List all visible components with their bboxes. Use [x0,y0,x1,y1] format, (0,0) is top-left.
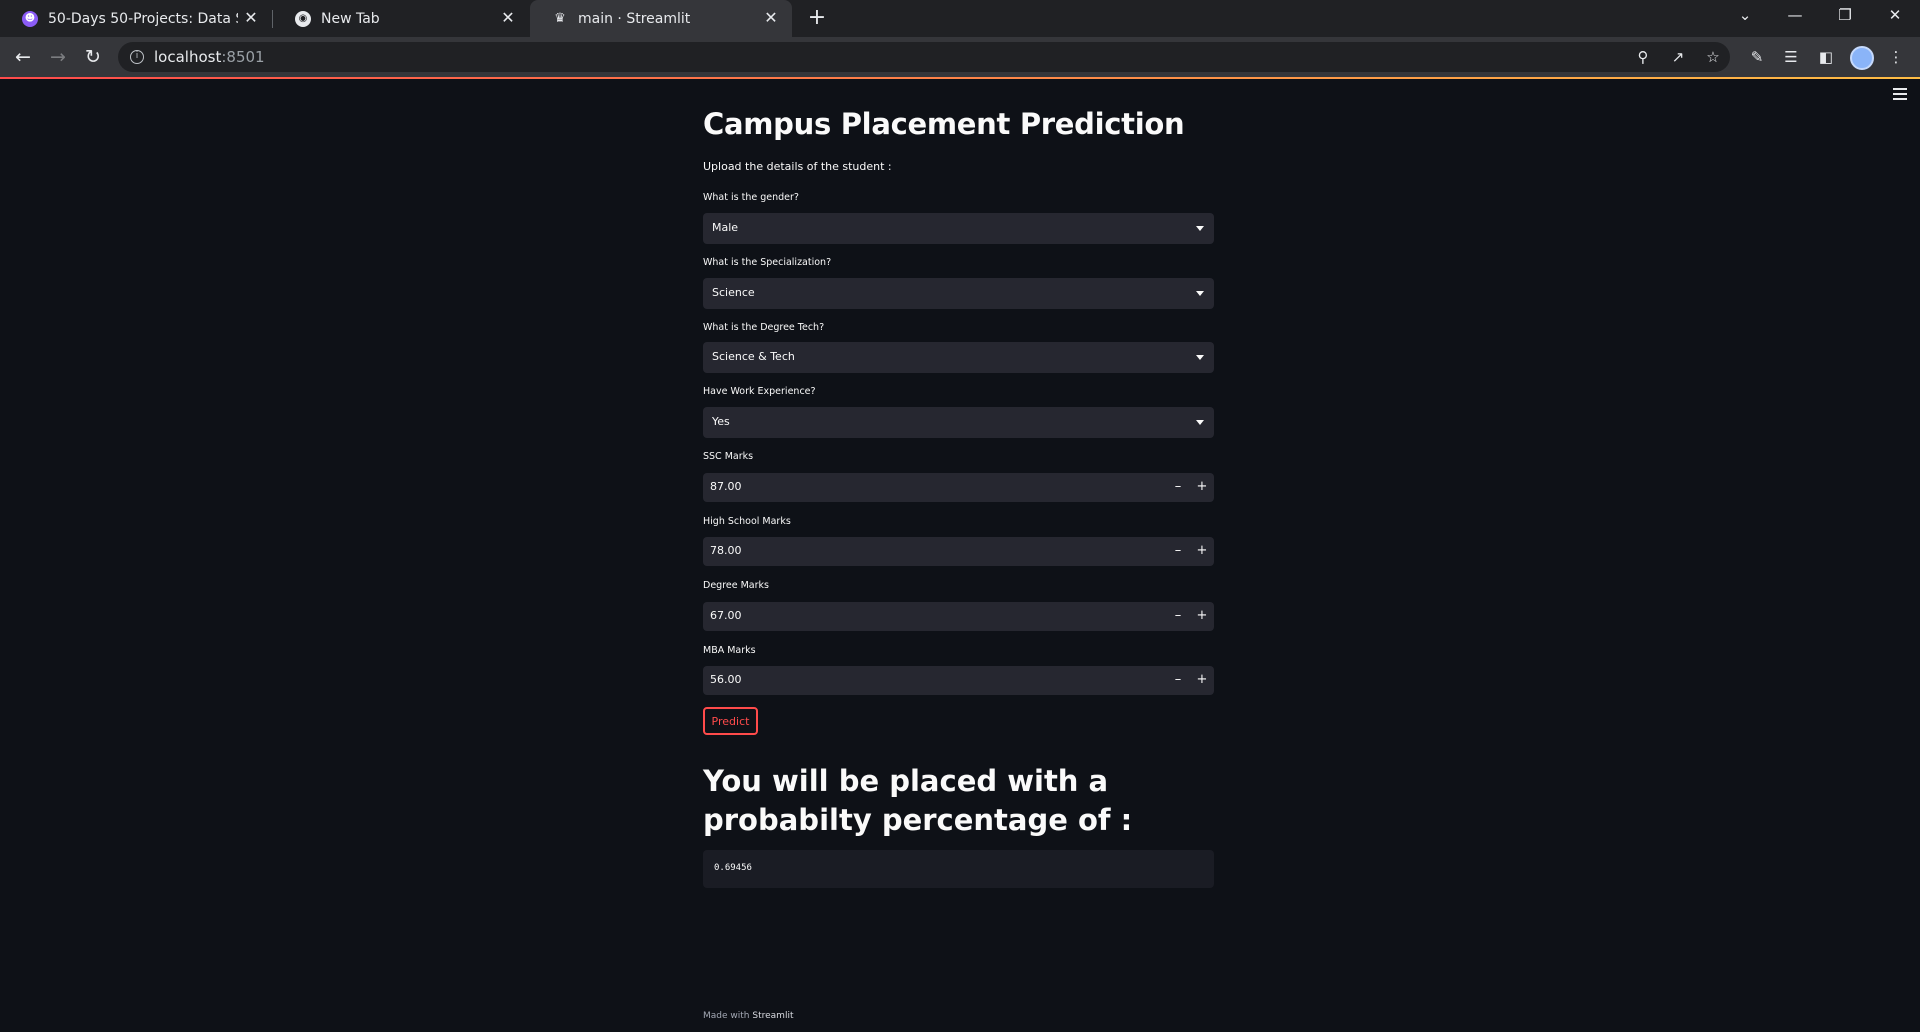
mba-marks-label: MBA Marks [703,645,756,656]
reload-button[interactable]: ↻ [79,43,107,71]
streamlit-header-decoration [0,77,1920,79]
work-experience-label: Have Work Experience? [703,386,816,397]
gender-label: What is the gender? [703,192,799,203]
browser-tab-bar: ☻ 50-Days 50-Projects: Data Scienc ✕ ◉ N… [0,0,1920,37]
new-tab-button[interactable]: + [803,5,831,33]
close-icon[interactable]: ✕ [762,9,780,27]
address-bar[interactable]: i localhost:8501 ⚲ ↗ ☆ [118,42,1730,72]
degree-tech-value: Science & Tech [712,350,795,363]
page-title: Campus Placement Prediction [703,107,1185,141]
url-host: localhost [154,48,222,66]
decrement-button[interactable]: – [1166,602,1190,631]
mba-marks-value: 56.00 [710,673,742,686]
close-icon[interactable]: ✕ [242,9,260,27]
increment-button[interactable]: + [1190,473,1214,502]
high-school-marks-input[interactable]: 78.00 – + [703,537,1214,566]
decrement-button[interactable]: – [1166,666,1190,695]
degree-tech-select[interactable]: Science & Tech [703,342,1214,373]
url-port: :8501 [221,48,265,66]
bookmark-star-icon[interactable]: ☆ [1703,47,1723,67]
footer-brand-link[interactable]: Streamlit [752,1011,793,1021]
footer: Made with Streamlit [703,1011,793,1021]
specialization-value: Science [712,286,755,299]
forward-button[interactable]: → [44,43,72,71]
restore-button[interactable]: ❐ [1822,0,1868,32]
chrome-icon: ◉ [295,10,311,27]
chevron-down-icon [1196,226,1204,231]
high-school-marks-value: 78.00 [710,544,742,557]
gender-select[interactable]: Male [703,213,1214,244]
predict-button[interactable]: Predict [703,707,758,735]
chevron-down-icon [1196,420,1204,425]
page-subtitle: Upload the details of the student : [703,160,892,173]
tab-title: 50-Days 50-Projects: Data Scienc [48,10,238,27]
menu-kebab-icon[interactable]: ⋮ [1886,47,1906,67]
extensions-icon[interactable]: ✎ [1747,47,1767,67]
close-window-button[interactable]: ✕ [1872,0,1918,32]
share-icon[interactable]: ↗ [1668,47,1688,67]
app-logo-icon: ☻ [22,10,38,27]
tab-data-science[interactable]: ☻ 50-Days 50-Projects: Data Scienc ✕ [0,0,272,37]
browser-toolbar: ← → ↻ i localhost:8501 ⚲ ↗ ☆ ✎ ☰ ◧ ⋮ [0,37,1920,77]
info-icon[interactable]: i [130,50,144,64]
profile-avatar[interactable] [1850,46,1874,70]
gender-value: Male [712,221,739,234]
decrement-button[interactable]: – [1166,537,1190,566]
hamburger-menu-icon[interactable] [1893,88,1907,100]
work-experience-value: Yes [712,415,730,428]
side-panel-icon[interactable]: ◧ [1816,47,1836,67]
degree-marks-label: Degree Marks [703,580,769,591]
tab-title: New Tab [321,10,380,27]
close-icon[interactable]: ✕ [499,9,517,27]
media-control-icon[interactable]: ☰ [1781,47,1801,67]
zoom-icon[interactable]: ⚲ [1633,47,1653,67]
result-heading: You will be placed with a probabilty per… [703,764,1133,837]
work-experience-select[interactable]: Yes [703,407,1214,438]
minimize-button[interactable]: — [1772,0,1818,32]
mba-marks-input[interactable]: 56.00 – + [703,666,1214,695]
degree-tech-label: What is the Degree Tech? [703,322,825,333]
footer-prefix: Made with [703,1011,750,1021]
specialization-select[interactable]: Science [703,278,1214,309]
streamlit-icon: ♛ [554,11,566,26]
tab-search-icon[interactable]: ⌄ [1722,0,1768,32]
ssc-marks-label: SSC Marks [703,451,754,462]
tab-title: main · Streamlit [578,10,691,27]
degree-marks-input[interactable]: 67.00 – + [703,602,1214,631]
chevron-down-icon [1196,291,1204,296]
specialization-label: What is the Specialization? [703,257,832,268]
tab-streamlit[interactable]: ♛ main · Streamlit ✕ [530,0,792,37]
ssc-marks-value: 87.00 [710,480,742,493]
url-text: localhost:8501 [154,48,265,66]
increment-button[interactable]: + [1190,602,1214,631]
high-school-marks-label: High School Marks [703,516,791,527]
result-value: 0.69456 [714,863,752,873]
increment-button[interactable]: + [1190,666,1214,695]
increment-button[interactable]: + [1190,537,1214,566]
ssc-marks-input[interactable]: 87.00 – + [703,473,1214,502]
chevron-down-icon [1196,355,1204,360]
tab-new-tab[interactable]: ◉ New Tab ✕ [273,0,529,37]
result-code-block: 0.69456 [703,850,1214,888]
back-button[interactable]: ← [9,43,37,71]
decrement-button[interactable]: – [1166,473,1190,502]
degree-marks-value: 67.00 [710,609,742,622]
